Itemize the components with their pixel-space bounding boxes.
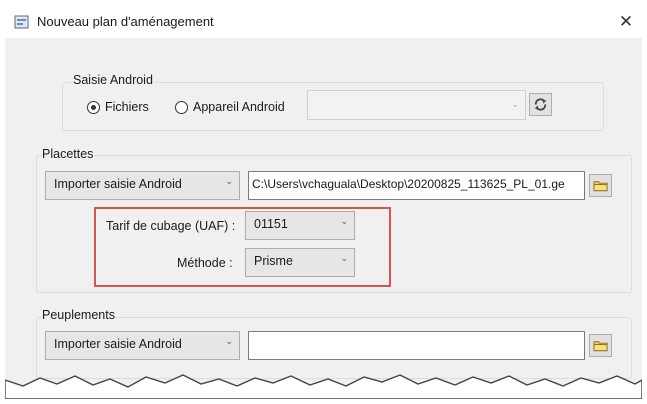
chevron-down-icon: ⌄ [511, 99, 519, 109]
refresh-icon [534, 98, 547, 111]
placettes-browse-button[interactable] [589, 174, 612, 197]
title-bar: Nouveau plan d'aménagement ✕ [5, 5, 642, 38]
chevron-down-icon: ⌄ [225, 176, 233, 186]
radio-fichiers[interactable] [87, 101, 100, 114]
placettes-file-path-value: C:\Users\vchaguala\Desktop\20200825_1136… [252, 177, 565, 191]
placettes-import-dropdown[interactable]: Importer saisie Android ⌄ [45, 171, 240, 200]
app-icon [14, 15, 29, 29]
placettes-file-path-field[interactable]: C:\Users\vchaguala\Desktop\20200825_1136… [248, 171, 585, 200]
radio-appareil-android-label[interactable]: Appareil Android [193, 100, 285, 114]
device-select[interactable]: ⌄ [307, 90, 526, 120]
radio-appareil-android[interactable] [175, 101, 188, 114]
placettes-import-label: Importer saisie Android [54, 177, 182, 191]
folder-icon [593, 181, 608, 192]
peuplements-browse-button[interactable] [589, 334, 612, 357]
peuplements-import-dropdown[interactable]: Importer saisie Android ⌄ [45, 331, 240, 360]
folder-icon [593, 341, 608, 352]
radio-fichiers-label[interactable]: Fichiers [105, 100, 149, 114]
peuplements-file-path-field[interactable] [248, 331, 585, 360]
peuplements-import-label: Importer saisie Android [54, 337, 182, 351]
highlight-box [94, 207, 391, 287]
dialog-title: Nouveau plan d'aménagement [37, 14, 214, 29]
dialog-window: Nouveau plan d'aménagement ✕ Saisie Andr… [5, 5, 642, 399]
refresh-button[interactable] [529, 93, 552, 116]
torn-edge [5, 374, 642, 399]
chevron-down-icon: ⌄ [225, 336, 233, 346]
close-icon[interactable]: ✕ [612, 8, 640, 35]
saisie-android-legend: Saisie Android [71, 73, 155, 87]
placettes-legend: Placettes [42, 147, 94, 161]
peuplements-legend: Peuplements [42, 308, 115, 322]
